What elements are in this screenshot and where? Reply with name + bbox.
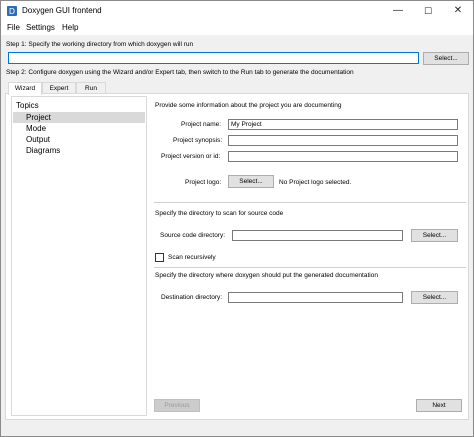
- menu-settings[interactable]: Settings: [26, 23, 55, 32]
- project-version-input[interactable]: [228, 151, 458, 162]
- scan-recursively-checkbox[interactable]: [155, 253, 164, 262]
- topics-header: Topics: [16, 101, 39, 110]
- close-button[interactable]: ✕: [443, 1, 473, 21]
- project-name-input[interactable]: My Project: [228, 119, 458, 130]
- topic-output[interactable]: Output: [13, 134, 145, 145]
- project-logo-status: No Project logo selected.: [279, 179, 352, 186]
- project-synopsis-label: Project synopsis:: [173, 137, 223, 144]
- working-directory-input[interactable]: [8, 52, 419, 64]
- project-logo-select-button[interactable]: Select...: [228, 175, 274, 188]
- step2-label: Step 2: Configure doxygen using the Wiza…: [6, 69, 354, 76]
- doxygen-window: D Doxygen GUI frontend — ☐ ✕ File Settin…: [0, 0, 474, 437]
- wizard-pane: Topics Project Mode Output Diagrams Prov…: [5, 93, 469, 420]
- minimize-button[interactable]: —: [383, 1, 413, 21]
- source-intro: Specify the directory to scan for source…: [155, 210, 284, 217]
- topic-project[interactable]: Project: [13, 112, 145, 123]
- destination-dir-label: Destination directory:: [161, 294, 223, 301]
- project-synopsis-input[interactable]: [228, 135, 458, 146]
- status-bar: [1, 422, 473, 436]
- project-intro: Provide some information about the proje…: [155, 102, 342, 109]
- menu-bar: File Settings Help: [1, 21, 473, 35]
- project-name-label: Project name:: [181, 121, 222, 128]
- destination-dir-select-button[interactable]: Select...: [411, 291, 458, 304]
- divider-2: [154, 267, 466, 268]
- working-directory-select-button[interactable]: Select...: [423, 52, 469, 65]
- maximize-button[interactable]: ☐: [413, 1, 443, 21]
- previous-button[interactable]: Previous: [154, 399, 200, 412]
- title-bar: D Doxygen GUI frontend — ☐ ✕: [1, 1, 473, 21]
- window-title: Doxygen GUI frontend: [22, 6, 102, 15]
- divider-1: [154, 202, 466, 203]
- menu-file[interactable]: File: [7, 23, 20, 32]
- svg-text:D: D: [9, 7, 15, 16]
- source-dir-label: Source code directory:: [160, 232, 226, 239]
- destination-intro: Specify the directory where doxygen shou…: [155, 272, 378, 279]
- doxygen-app-icon: D: [7, 6, 17, 16]
- destination-dir-input[interactable]: [228, 292, 403, 303]
- project-version-label: Project version or id:: [161, 153, 221, 160]
- next-button[interactable]: Next: [416, 399, 462, 412]
- tab-wizard[interactable]: Wizard: [8, 82, 42, 95]
- menu-help[interactable]: Help: [62, 23, 78, 32]
- topic-diagrams[interactable]: Diagrams: [13, 145, 145, 156]
- scan-recursively-label: Scan recursively: [168, 254, 216, 261]
- topic-mode[interactable]: Mode: [13, 123, 145, 134]
- step1-label: Step 1: Specify the working directory fr…: [6, 41, 194, 48]
- topics-tree: Topics Project Mode Output Diagrams: [11, 96, 147, 416]
- source-dir-select-button[interactable]: Select...: [411, 229, 458, 242]
- project-logo-label: Project logo:: [185, 179, 222, 186]
- source-dir-input[interactable]: [232, 230, 403, 241]
